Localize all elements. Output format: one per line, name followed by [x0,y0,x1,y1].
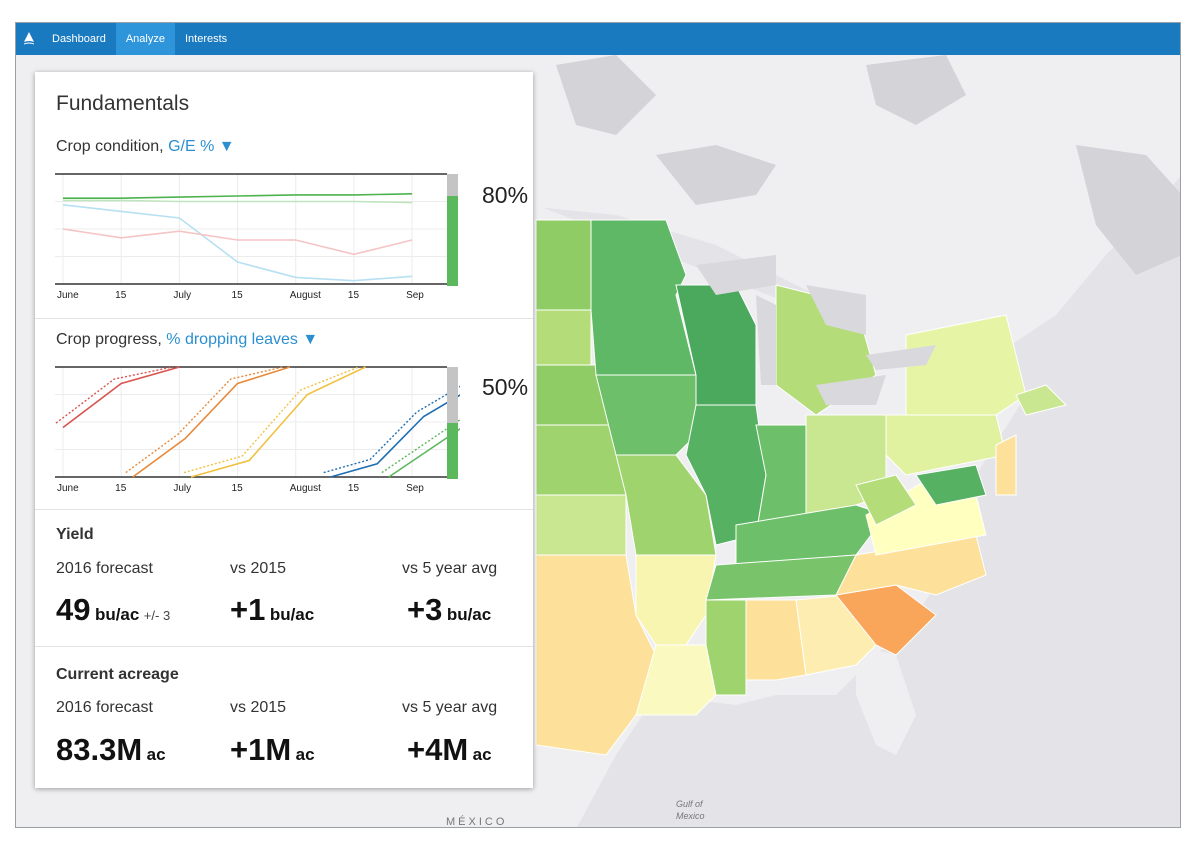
crop-condition-label: Crop condition, [56,138,164,155]
tick-label: 15 [348,290,360,301]
yield-vs-5yr-label: vs 5 year avg [402,560,498,577]
yield-heading: Yield [56,526,94,543]
crop-progress-metric-dropdown[interactable]: % dropping leaves ▼ [166,331,318,348]
yield-forecast-unit: bu/ac [94,605,140,624]
yield-vs-5yr-number: +3 [407,592,443,627]
tick-label: August [290,483,321,494]
series-prior-year-line [125,366,284,474]
section-divider [35,318,533,319]
crop-condition-value: 80% [482,182,529,208]
yield-vs-5yr-value: +3 bu/ac [407,592,491,628]
crop-progress-heading: Crop progress, % dropping leaves ▼ [56,331,318,349]
map-label-gulf-line2: Mexico [676,811,705,821]
tick-label: 15 [232,483,244,494]
tick-label: June [57,290,79,301]
series-prior-year-line [55,366,173,424]
crop-progress-label: Crop progress, [56,331,162,348]
app-window: Dashboard Analyze Interests Gulf of Mexi… [15,22,1181,828]
yield-vs-2015-value: +1 bu/ac [230,592,314,628]
acreage-forecast-value: 83.3M ac [56,732,166,768]
tick-label: 15 [348,483,360,494]
yield-forecast-range: +/- 3 [143,608,171,623]
yield-vs-5yr-unit: bu/ac [446,605,492,624]
acreage-forecast-unit: ac [146,745,166,764]
tick-label: July [173,290,191,301]
fundamentals-panel: Fundamentals Crop condition, G/E % ▼ Jun… [35,72,533,788]
tick-label: Sep [406,483,424,494]
acreage-vs-5yr-value: +4M ac [407,732,492,768]
app-logo-icon[interactable] [16,23,42,55]
nav-analyze[interactable]: Analyze [115,23,175,55]
yield-forecast-label: 2016 forecast [56,560,153,577]
tick-label: 15 [115,483,127,494]
tick-label: 15 [115,290,127,301]
crop-progress-level-fill [447,423,458,479]
crop-condition-level-fill [447,196,458,286]
acreage-vs-2015-label: vs 2015 [230,699,287,716]
crop-condition-level-bar [447,174,458,286]
tick-label: August [290,290,321,301]
tick-label: 15 [232,290,244,301]
crop-condition-metric-dropdown[interactable]: G/E % ▼ [168,138,235,155]
yield-vs-2015-number: +1 [230,592,266,627]
crop-progress-chart: June 15 July 15 August 15 Sep [55,366,460,494]
panel-title: Fundamentals [56,92,190,115]
nav-interests[interactable]: Interests [175,23,237,55]
nav-dashboard[interactable]: Dashboard [42,23,116,55]
crop-progress-value: 50% [482,374,529,400]
yield-forecast-value: 49 bu/ac +/- 3 [56,592,170,628]
tick-label: July [173,483,191,494]
section-divider [35,646,533,647]
yield-forecast-number: 49 [56,592,91,627]
crop-progress-level-bar [447,367,458,479]
crop-condition-heading: Crop condition, G/E % ▼ [56,138,235,156]
series-prior-year-line [323,385,460,474]
yield-vs-2015-label: vs 2015 [230,560,287,577]
top-nav-bar: Dashboard Analyze Interests [16,23,1180,55]
section-divider [35,509,533,510]
tick-label: June [57,483,79,494]
acreage-vs-2015-unit: ac [295,745,315,764]
acreage-vs-5yr-number: +4M [407,732,469,767]
acreage-forecast-number: 83.3M [56,732,143,767]
acreage-vs-5yr-unit: ac [472,745,492,764]
tick-label: Sep [406,290,424,301]
acreage-vs-2015-value: +1M ac [230,732,315,768]
acreage-vs-5yr-label: vs 5 year avg [402,699,498,716]
acreage-vs-2015-number: +1M [230,732,292,767]
map-label-mexico: MÉXICO [446,815,507,828]
crop-condition-chart: June 15 July 15 August 15 Sep [55,173,447,301]
acreage-heading: Current acreage [56,666,179,683]
yield-vs-2015-unit: bu/ac [269,605,315,624]
acreage-forecast-label: 2016 forecast [56,699,153,716]
map-label-gulf-line1: Gulf of [676,799,704,809]
